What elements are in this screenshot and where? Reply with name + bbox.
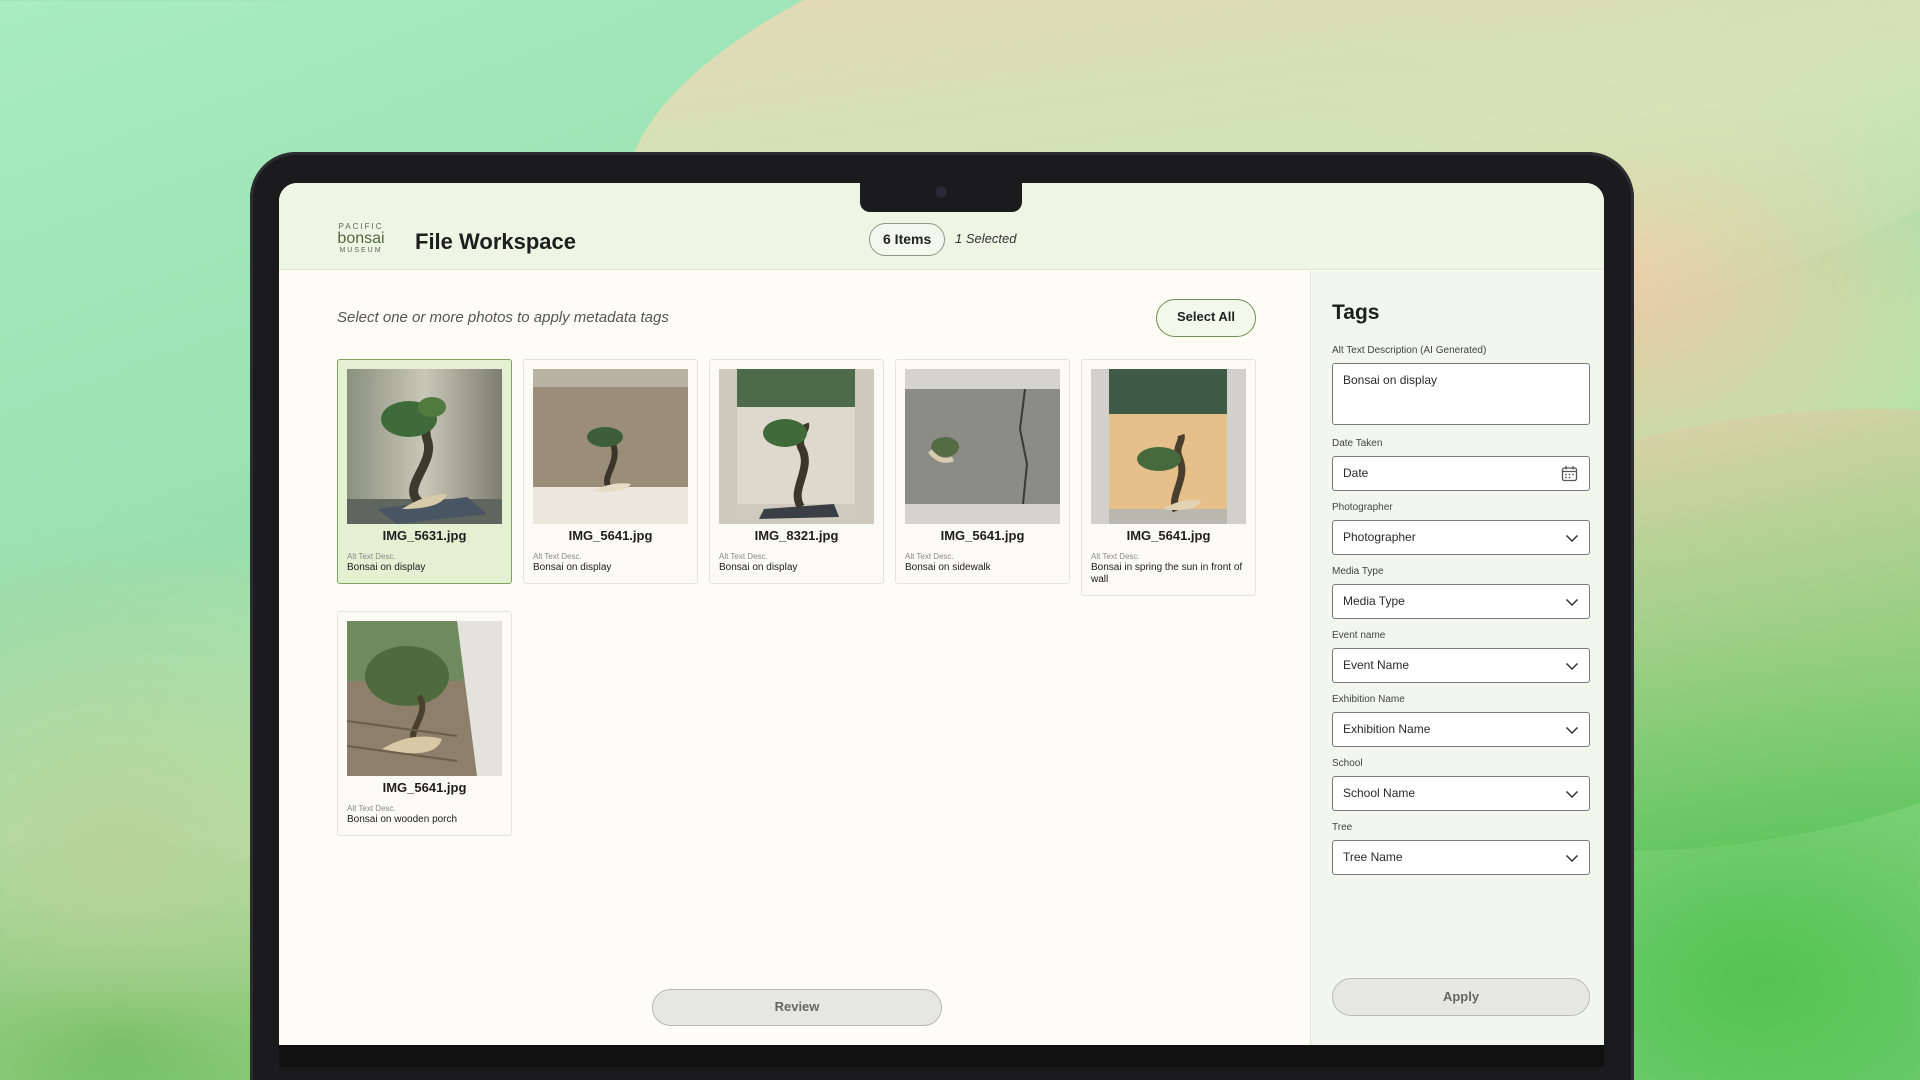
select-all-button[interactable]: Select All xyxy=(1156,299,1256,337)
alt-text-field-label: Alt Text Description (AI Generated) xyxy=(1332,345,1487,356)
photographer-select[interactable]: Photographer xyxy=(1332,520,1590,555)
alt-text-value: Bonsai on display xyxy=(719,562,798,573)
media-type-value: Media Type xyxy=(1343,594,1405,608)
photo-thumbnail xyxy=(1091,369,1246,524)
event-name-label: Event name xyxy=(1332,630,1386,641)
photo-filename: IMG_5641.jpg xyxy=(1126,528,1211,543)
photo-thumbnail xyxy=(347,621,502,776)
photo-thumbnail xyxy=(347,369,502,524)
photo-card[interactable]: IMG_5641.jpg Alt Text Desc. Bonsai on di… xyxy=(523,359,698,584)
tags-title: Tags xyxy=(1332,301,1380,324)
tree-select[interactable]: Tree Name xyxy=(1332,840,1590,875)
photo-filename: IMG_5641.jpg xyxy=(568,528,653,543)
alt-text-value: Bonsai on display xyxy=(533,562,612,573)
alt-text-label: Alt Text Desc. xyxy=(347,552,396,561)
chevron-down-icon xyxy=(1565,534,1579,543)
camera-notch xyxy=(860,181,1022,212)
alt-text-label: Alt Text Desc. xyxy=(533,552,582,561)
laptop-bezel-bottom xyxy=(279,1045,1604,1067)
media-type-label: Media Type xyxy=(1332,566,1384,577)
photo-filename: IMG_5641.jpg xyxy=(940,528,1025,543)
date-taken-placeholder: Date xyxy=(1343,466,1369,480)
photo-filename: IMG_8321.jpg xyxy=(754,528,839,543)
alt-text-label: Alt Text Desc. xyxy=(905,552,954,561)
museum-logo: PACIFIC bonsai MUSEUM xyxy=(337,222,385,254)
selected-count: 1 Selected xyxy=(955,231,1017,246)
photo-thumbnail xyxy=(533,369,688,524)
app-window: PACIFIC bonsai MUSEUM File Workspace 6 I… xyxy=(279,183,1604,1045)
alt-text-value: Bonsai on sidewalk xyxy=(905,562,991,573)
event-name-value: Event Name xyxy=(1343,658,1410,672)
chevron-down-icon xyxy=(1565,854,1579,863)
alt-text-label: Alt Text Desc. xyxy=(719,552,768,561)
school-value: School Name xyxy=(1343,786,1416,800)
item-count-badge: 6 Items xyxy=(869,223,946,256)
exhibition-name-select[interactable]: Exhibition Name xyxy=(1332,712,1590,747)
photographer-value: Photographer xyxy=(1343,530,1416,544)
calendar-icon[interactable] xyxy=(1561,465,1578,482)
tree-value: Tree Name xyxy=(1343,850,1403,864)
alt-text-field[interactable]: Bonsai on display xyxy=(1332,363,1590,425)
alt-text-value: Bonsai in spring the sun in front of wal… xyxy=(1091,562,1243,585)
alt-text-value: Bonsai on display xyxy=(347,562,426,573)
exhibition-name-label: Exhibition Name xyxy=(1332,694,1405,705)
page-title: File Workspace xyxy=(415,229,576,254)
exhibition-name-value: Exhibition Name xyxy=(1343,722,1431,736)
photo-thumbnail xyxy=(719,369,874,524)
chevron-down-icon xyxy=(1565,662,1579,671)
chevron-down-icon xyxy=(1565,598,1579,607)
date-taken-field[interactable]: Date xyxy=(1332,456,1590,491)
apply-button[interactable]: Apply xyxy=(1332,978,1590,1016)
instruction-text: Select one or more photos to apply metad… xyxy=(337,309,669,326)
photo-workspace: Select one or more photos to apply metad… xyxy=(279,271,1309,1045)
tree-label: Tree xyxy=(1332,822,1353,833)
photo-card[interactable]: IMG_5631.jpg Alt Text Desc. Bonsai on di… xyxy=(337,359,512,584)
alt-text-value: Bonsai on wooden porch xyxy=(347,814,458,825)
alt-text-label: Alt Text Desc. xyxy=(1091,552,1140,561)
photo-thumbnail xyxy=(905,369,1060,524)
date-taken-label: Date Taken xyxy=(1332,438,1383,449)
chevron-down-icon xyxy=(1565,790,1579,799)
photo-card[interactable]: IMG_5641.jpg Alt Text Desc. Bonsai on si… xyxy=(895,359,1070,584)
tags-panel: Tags Alt Text Description (AI Generated)… xyxy=(1310,271,1604,1045)
review-button[interactable]: Review xyxy=(652,989,942,1026)
alt-text-label: Alt Text Desc. xyxy=(347,804,396,813)
photo-filename: IMG_5631.jpg xyxy=(382,528,467,543)
school-label: School xyxy=(1332,758,1363,769)
camera-icon xyxy=(936,187,946,197)
photo-card[interactable]: IMG_8321.jpg Alt Text Desc. Bonsai on di… xyxy=(709,359,884,584)
media-type-select[interactable]: Media Type xyxy=(1332,584,1590,619)
photographer-label: Photographer xyxy=(1332,502,1393,513)
school-select[interactable]: School Name xyxy=(1332,776,1590,811)
photo-filename: IMG_5641.jpg xyxy=(382,780,467,795)
event-name-select[interactable]: Event Name xyxy=(1332,648,1590,683)
photo-card[interactable]: IMG_5641.jpg Alt Text Desc. Bonsai in sp… xyxy=(1081,359,1256,596)
chevron-down-icon xyxy=(1565,726,1579,735)
photo-card[interactable]: IMG_5641.jpg Alt Text Desc. Bonsai on wo… xyxy=(337,611,512,836)
